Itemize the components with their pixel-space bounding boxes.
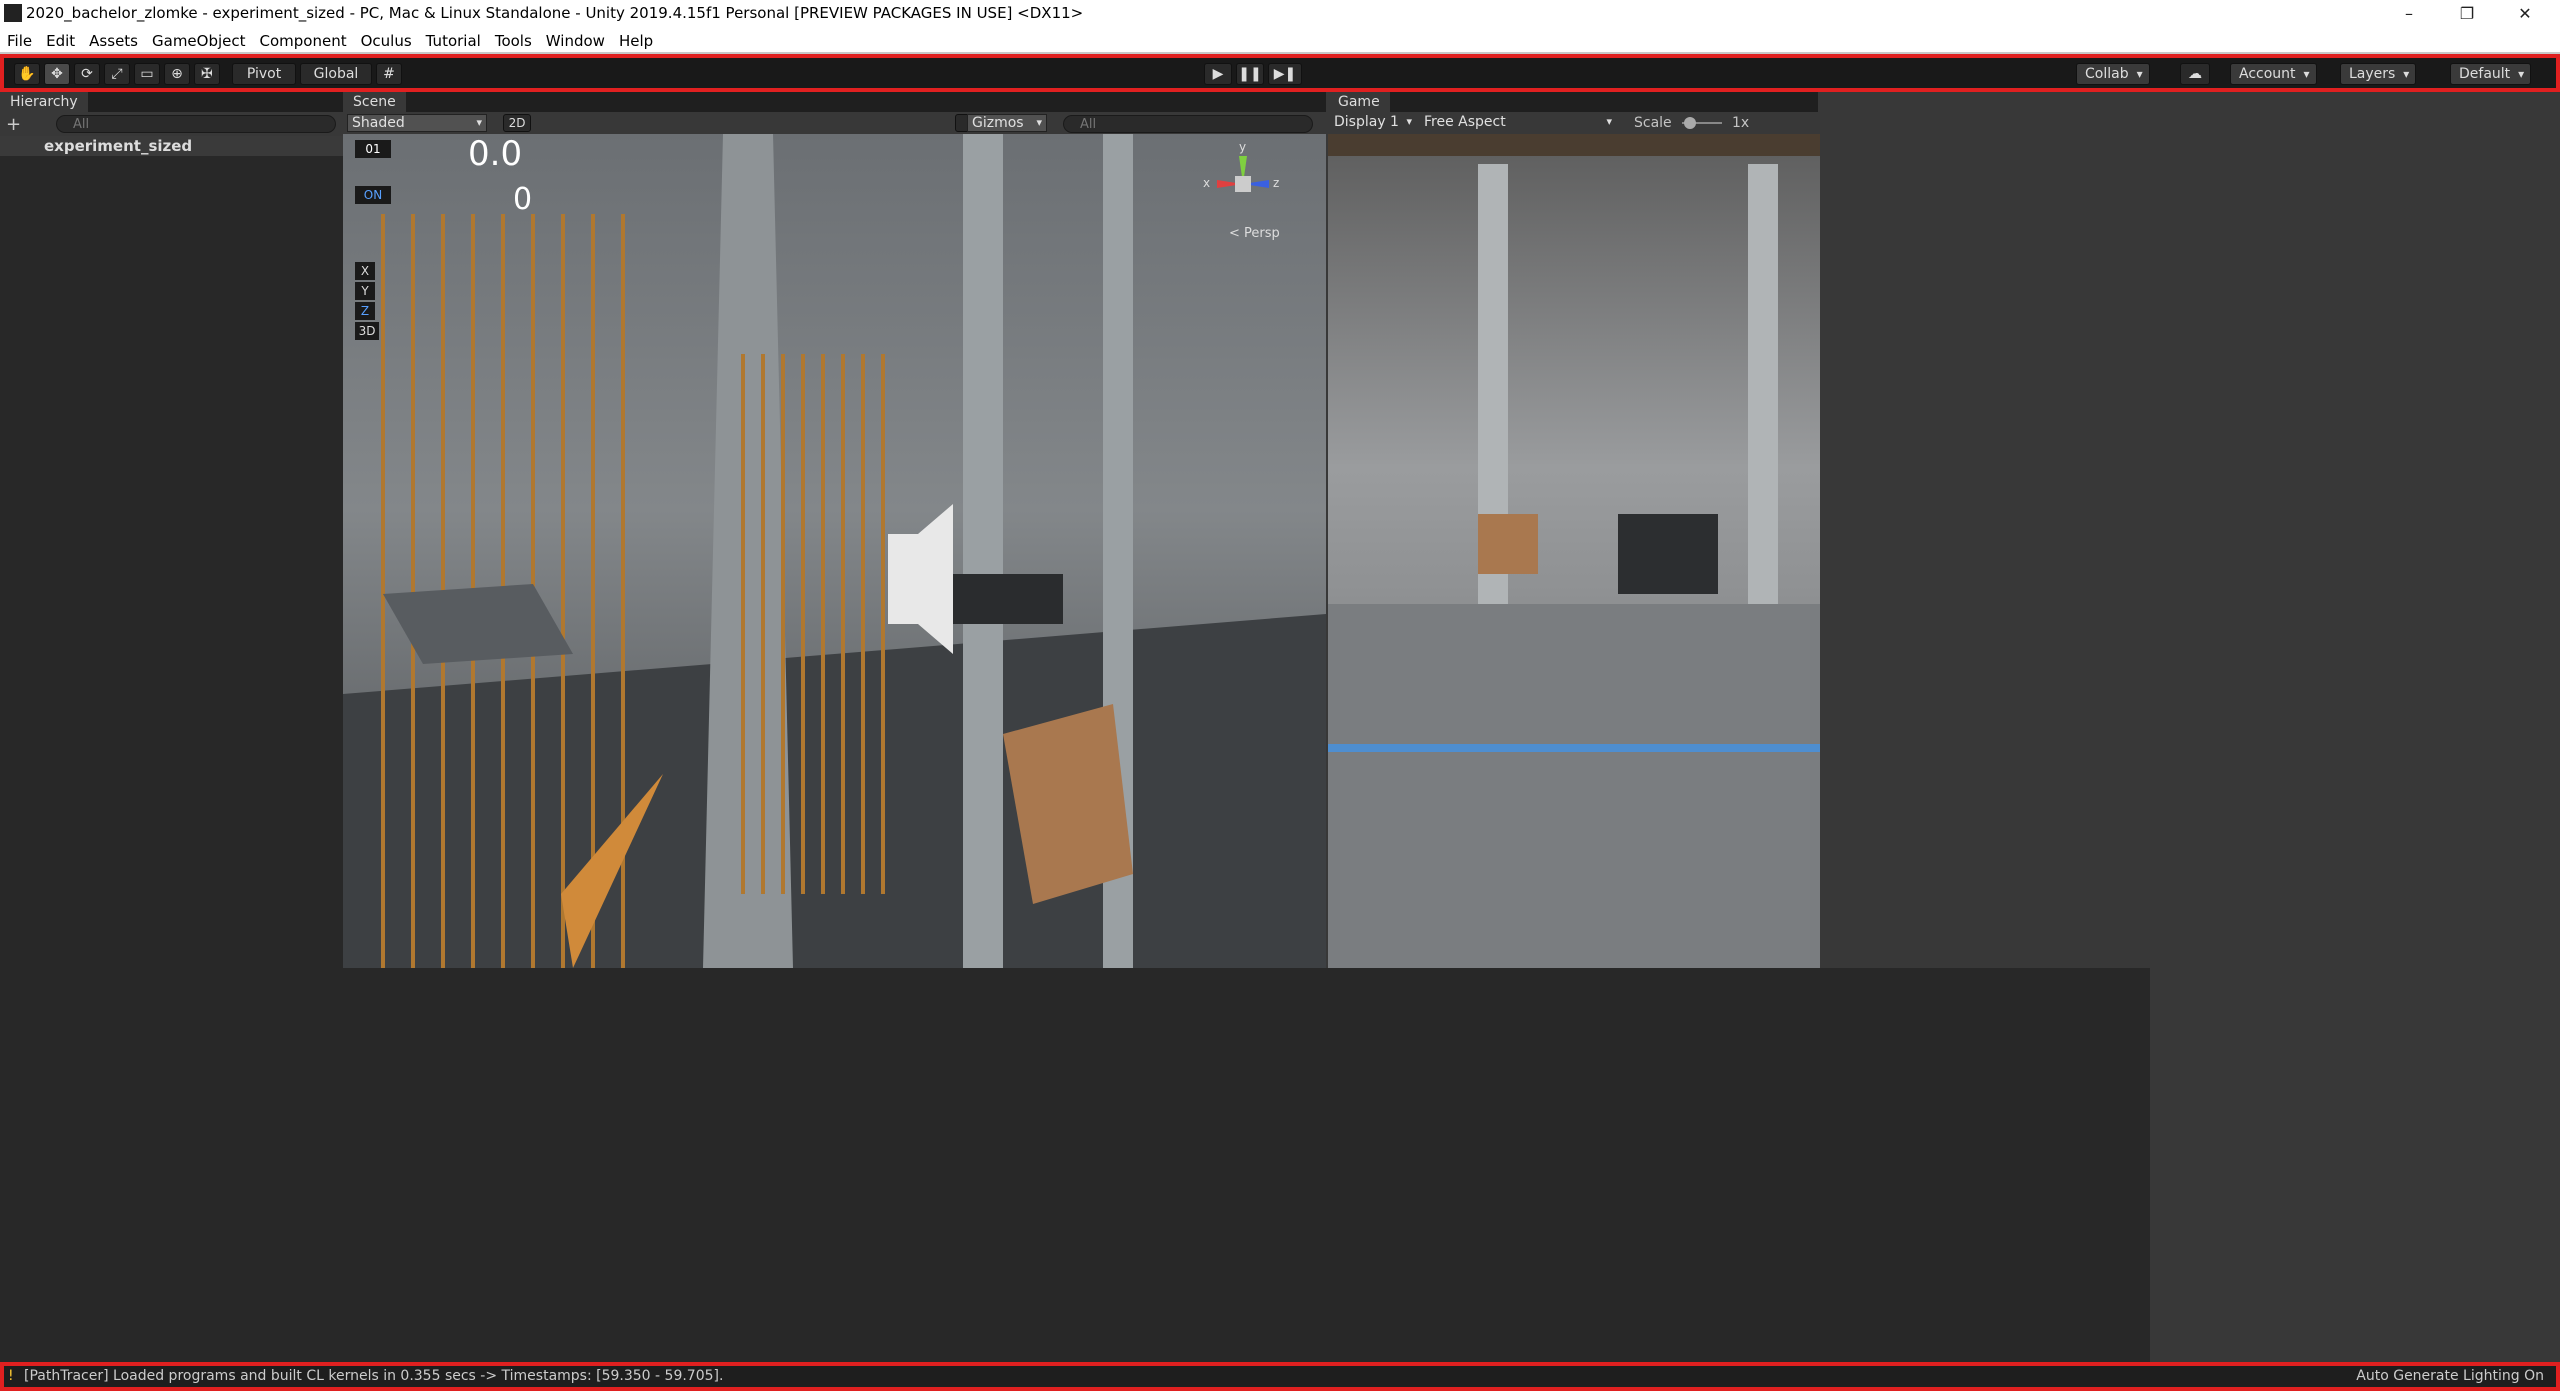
menu-bar: File Edit Assets GameObject Component Oculus T… [0,28,2560,54]
scene-truss-left [963,134,1003,968]
layers-dropdown[interactable]: Layers [2340,63,2417,85]
unity-logo-icon [4,4,22,22]
game-floor [1328,604,1820,968]
pivot-toggle[interactable]: Pivot [232,63,296,85]
account-dropdown[interactable]: Account [2230,63,2317,85]
hud-z-chip[interactable]: Z [355,302,375,320]
rotate-tool-button[interactable]: ⟳ [74,63,100,85]
gizmo-y-label: y [1239,140,1247,154]
cloud-icon[interactable]: ☁ [2180,63,2210,85]
menu-help[interactable]: Help [612,28,660,54]
game-tabstrip: Game [1328,92,1818,112]
scale-slider-thumb[interactable] [1684,117,1696,129]
menu-gameobject[interactable]: GameObject [145,28,253,54]
scene-viewport[interactable]: 01 ON X Y Z 3D 0.0 0 y x z < Persp [343,134,1326,968]
status-bar: ! [PathTracer] Loaded programs and built… [0,1362,2560,1391]
window-title: 2020_bachelor_zlomke - experiment_sized … [26,4,1084,22]
tab-game[interactable]: Game [1328,92,1390,112]
hierarchy-panel: Hierarchy + experiment_sized [0,92,343,968]
scene-overlay-value-b: 0 [513,182,533,217]
menu-oculus[interactable]: Oculus [354,28,419,54]
scene-pillar [703,134,793,968]
game-floor-line [1328,744,1820,752]
scale-slider[interactable] [1682,117,1722,129]
scene-root-row[interactable]: experiment_sized [0,136,343,156]
menu-file[interactable]: File [0,28,39,54]
hand-tool-button[interactable]: ✋ [14,63,40,85]
display-dropdown[interactable]: Display 1 [1330,114,1416,132]
axis-gizmo-icon [1217,156,1269,192]
hud-y-chip[interactable]: Y [355,282,375,300]
grid-snap-button[interactable]: # [376,63,402,85]
toolbar: ✋ ✥ ⟳ ⤢ ▭ ⊕ ✠ Pivot Global # ▶ ❚❚ ▶❚ Col… [0,54,2560,92]
status-message[interactable]: [PathTracer] Loaded programs and built C… [24,1366,723,1387]
layout-dropdown[interactable]: Default [2450,63,2532,85]
rect-tool-button[interactable]: ▭ [134,63,160,85]
scene-panel: Scene Shaded 2D 0 [343,92,1326,968]
hud-layer-chip[interactable]: 01 [355,140,391,158]
game-panel: Game Display 1 Free Aspect Scale 1x [1328,92,1820,968]
scene-floor [343,614,1326,968]
scale-label: Scale [1634,115,1672,131]
scale-tool-button[interactable]: ⤢ [104,63,130,85]
hud-3d-chip[interactable]: 3D [355,322,379,340]
menu-tutorial[interactable]: Tutorial [419,28,488,54]
game-toolbar: Display 1 Free Aspect Scale 1x [1328,112,1820,134]
maximize-button[interactable]: ❐ [2444,0,2490,28]
gizmo-z-label: z [1273,176,1280,190]
gizmo-x-label: x [1203,176,1211,190]
game-ceiling [1328,134,1820,156]
play-button[interactable]: ▶ [1204,63,1232,85]
custom-tool-button[interactable]: ✠ [194,63,220,85]
menu-tools[interactable]: Tools [488,28,539,54]
info-icon: ! [8,1368,14,1384]
shading-mode-dropdown[interactable]: Shaded [347,114,487,132]
perspective-label[interactable]: < Persp [1229,226,1280,241]
hierarchy-search-input[interactable] [56,115,336,133]
menu-component[interactable]: Component [253,28,354,54]
scale-value: 1x [1732,115,1750,131]
game-box [1478,514,1538,574]
pause-button[interactable]: ❚❚ [1236,63,1264,85]
menu-edit[interactable]: Edit [39,28,82,54]
auto-lighting-status[interactable]: Auto Generate Lighting On [2356,1366,2544,1387]
collab-dropdown[interactable]: Collab [2076,63,2150,85]
close-button[interactable]: ✕ [2502,0,2548,28]
minimize-button[interactable]: – [2386,0,2432,28]
scene-root-label: experiment_sized [44,137,193,155]
menu-window[interactable]: Window [539,28,612,54]
title-bar: 2020_bachelor_zlomke - experiment_sized … [0,0,2560,28]
scene-overlay-value-a: 0.0 [468,134,523,174]
hud-on-chip[interactable]: ON [355,186,391,204]
project-panel [0,968,2150,1362]
aspect-dropdown[interactable]: Free Aspect [1420,114,1616,132]
scene-render [343,134,1326,968]
audio-source-icon [888,504,953,654]
tab-hierarchy[interactable]: Hierarchy [0,92,88,112]
hierarchy-tabstrip: Hierarchy [0,92,343,112]
global-toggle[interactable]: Global [300,63,372,85]
move-tool-button[interactable]: ✥ [44,63,70,85]
scene-tabstrip: Scene [343,92,1326,112]
inspector-panel [2150,92,2560,968]
scene-hud: 01 ON X Y Z 3D [347,138,413,340]
axis-gizmo[interactable]: y x z [1203,140,1283,224]
2d-toggle[interactable]: 2D [503,114,531,132]
scene-toolbar: Shaded 2D 0 [343,112,1326,134]
hud-x-chip[interactable]: X [355,262,375,280]
tab-scene[interactable]: Scene [343,92,406,112]
game-truss-right [1748,164,1778,604]
transform-tool-button[interactable]: ⊕ [164,63,190,85]
step-button[interactable]: ▶❚ [1268,63,1302,85]
game-render [1328,134,1820,968]
hierarchy-toolbar: + [0,112,343,136]
menu-assets[interactable]: Assets [82,28,145,54]
game-viewport[interactable] [1328,134,1820,968]
game-crate [1618,514,1718,594]
add-icon[interactable]: + [6,114,21,135]
gizmos-dropdown[interactable]: Gizmos [967,114,1047,132]
scene-search-input[interactable] [1063,115,1313,133]
